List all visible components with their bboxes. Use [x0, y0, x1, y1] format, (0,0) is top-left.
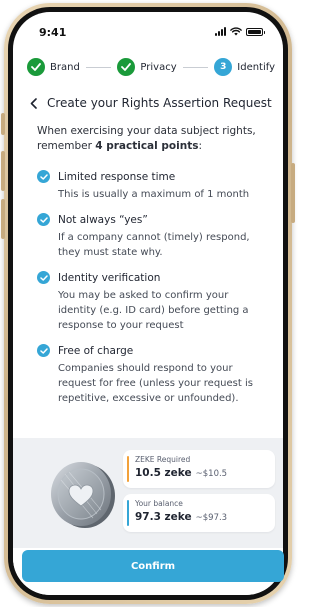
list-item: Free of charge Companies should respond … — [37, 344, 269, 406]
bezel: 9:41 Brand Privacy 3 Identify Create you… — [8, 7, 288, 600]
point-title: Free of charge — [58, 344, 134, 357]
checkmark-icon — [117, 58, 136, 76]
progress-stepper: Brand Privacy 3 Identify — [27, 56, 275, 78]
step-label: Identify — [237, 61, 276, 73]
required-fiat: ~$10.5 — [195, 469, 228, 479]
intro-suffix: : — [198, 139, 203, 152]
back-button[interactable] — [27, 96, 39, 110]
check-circle-icon — [37, 213, 50, 226]
wifi-icon — [230, 27, 242, 36]
step-privacy[interactable]: Privacy — [117, 58, 177, 76]
check-circle-icon — [37, 170, 50, 183]
check-circle-icon — [37, 271, 50, 284]
point-title: Not always “yes” — [58, 213, 148, 226]
list-item: Not always “yes” If a company cannot (ti… — [37, 213, 269, 260]
summary-cards: ZEKE Required 10.5 zeke ~$10.5 Your balan… — [123, 450, 275, 538]
point-description: Companies should respond to your request… — [58, 363, 253, 404]
volume-down-button — [1, 199, 5, 239]
chevron-left-icon — [30, 97, 37, 109]
payment-summary-panel: ZEKE Required 10.5 zeke ~$10.5 Your balan… — [13, 438, 283, 548]
checkmark-icon — [27, 58, 45, 76]
intro-text: When exercising your data subject rights… — [37, 124, 267, 153]
list-item: Limited response time This is usually a … — [37, 170, 269, 202]
balance-card: Your balance 97.3 zeke ~$97.3 — [123, 494, 275, 532]
step-number: 3 — [214, 58, 233, 76]
step-brand[interactable]: Brand — [27, 58, 80, 76]
volume-up-button — [1, 151, 5, 191]
step-identify[interactable]: 3 Identify — [214, 58, 275, 76]
step-label: Brand — [50, 61, 80, 73]
status-time: 9:41 — [39, 26, 67, 39]
check-circle-icon — [37, 344, 50, 357]
status-bar: 9:41 — [13, 12, 283, 46]
step-label: Privacy — [140, 61, 177, 73]
required-label: ZEKE Required — [135, 455, 191, 464]
list-item: Identity verification You may be asked t… — [37, 271, 269, 333]
confirm-button[interactable]: Confirm — [22, 550, 284, 582]
status-icons — [215, 27, 265, 36]
battery-icon — [246, 28, 265, 36]
point-title: Limited response time — [58, 170, 176, 183]
balance-label: Your balance — [135, 499, 183, 508]
point-title: Identity verification — [58, 271, 161, 284]
point-description: This is usually a maximum of 1 month — [58, 189, 250, 200]
cellular-signal-icon — [215, 27, 226, 36]
balance-value: 97.3 zeke — [135, 511, 192, 523]
step-connector — [85, 66, 112, 68]
intro-emphasis: 4 practical points — [95, 139, 199, 152]
page-title: Create your Rights Assertion Request — [47, 96, 272, 110]
phone-frame: 9:41 Brand Privacy 3 Identify Create you… — [1, 3, 295, 604]
practical-points-list: Limited response time This is usually a … — [37, 170, 269, 417]
required-value: 10.5 zeke — [135, 467, 192, 479]
zeke-required-card: ZEKE Required 10.5 zeke ~$10.5 — [123, 450, 275, 488]
zeke-coin-icon — [51, 462, 115, 528]
step-connector — [182, 66, 209, 68]
mute-switch — [1, 113, 5, 135]
point-description: You may be asked to confirm your identit… — [58, 290, 249, 331]
page-header: Create your Rights Assertion Request — [27, 96, 273, 110]
balance-fiat: ~$97.3 — [195, 513, 228, 523]
point-description: If a company cannot (timely) respond, th… — [58, 232, 250, 258]
screen: 9:41 Brand Privacy 3 Identify Create you… — [13, 12, 283, 595]
power-button — [291, 163, 295, 223]
